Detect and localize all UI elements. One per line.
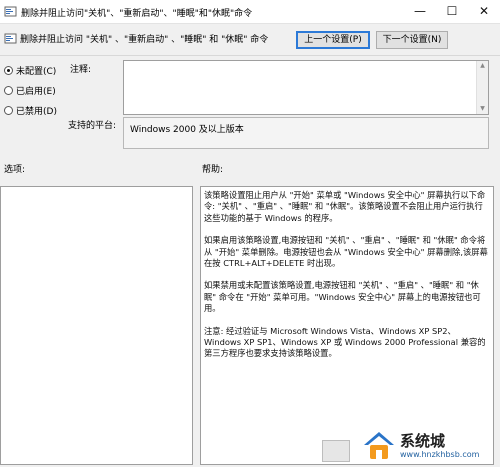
help-paragraph: 如果启用该策略设置,电源按钮和 "关机" 、"重启" 、"睡眠" 和 "休眠" … [204, 235, 488, 269]
comment-field[interactable]: ▲ ▼ [123, 60, 489, 115]
options-panel [0, 186, 193, 465]
minimize-button[interactable]: — [404, 0, 436, 22]
radio-label: 已启用(E) [16, 87, 56, 97]
watermark: 系统城 www.hnzkhbsb.com [362, 424, 500, 467]
title-bar: 删除并阻止访问"关机"、"重新启动"、"睡眠"和"休眠"命令 — ☐ ✕ [0, 0, 500, 24]
radio-disabled[interactable]: 已禁用(D) [4, 104, 57, 117]
policy-setting-icon [4, 33, 17, 44]
radio-button[interactable] [4, 86, 13, 95]
next-setting-button[interactable]: 下一个设置(N) [376, 31, 448, 49]
watermark-title: 系统城 [400, 431, 446, 450]
help-paragraph: 注意: 经过验证与 Microsoft Windows Vista、Window… [204, 325, 486, 359]
house-logo-icon [364, 431, 394, 459]
window-title: 删除并阻止访问"关机"、"重新启动"、"睡眠"和"休眠"命令 [21, 9, 253, 19]
comment-label: 注释: [70, 65, 92, 75]
scroll-up-icon[interactable]: ▲ [477, 61, 488, 71]
radio-button[interactable] [4, 106, 13, 115]
previous-setting-button[interactable]: 上一个设置(P) [296, 31, 370, 49]
supported-on-field: Windows 2000 及以上版本 [123, 117, 489, 149]
radio-button[interactable] [4, 66, 13, 75]
divider [0, 55, 500, 56]
maximize-button[interactable]: ☐ [436, 0, 468, 22]
radio-not-configured[interactable]: 未配置(C) [4, 64, 56, 77]
scroll-down-icon[interactable]: ▼ [477, 104, 488, 114]
policy-setting-icon [4, 6, 17, 17]
comment-scrollbar[interactable]: ▲ ▼ [476, 61, 488, 114]
radio-enabled[interactable]: 已启用(E) [4, 84, 56, 97]
help-paragraph: 该策略设置阻止用户从 "开始" 菜单或 "Windows 安全中心" 屏幕执行以… [204, 190, 486, 223]
watermark-url: www.hnzkhbsb.com [400, 449, 480, 459]
ok-button[interactable] [322, 440, 350, 462]
radio-label: 未配置(C) [16, 67, 57, 77]
help-paragraph: 如果禁用或未配置该策略设置,电源按钮和 "关机" 、"重启" 、"睡眠" 和 "… [204, 280, 481, 314]
close-button[interactable]: ✕ [468, 0, 500, 22]
setting-title: 删除并阻止访问 "关机" 、"重新启动" 、"睡眠" 和 "休眠" 命令 [20, 35, 269, 45]
help-label: 帮助: [202, 165, 224, 175]
options-label: 选项: [4, 165, 26, 175]
radio-label: 已禁用(D) [16, 107, 57, 117]
supported-on-label: 支持的平台: [68, 121, 117, 131]
